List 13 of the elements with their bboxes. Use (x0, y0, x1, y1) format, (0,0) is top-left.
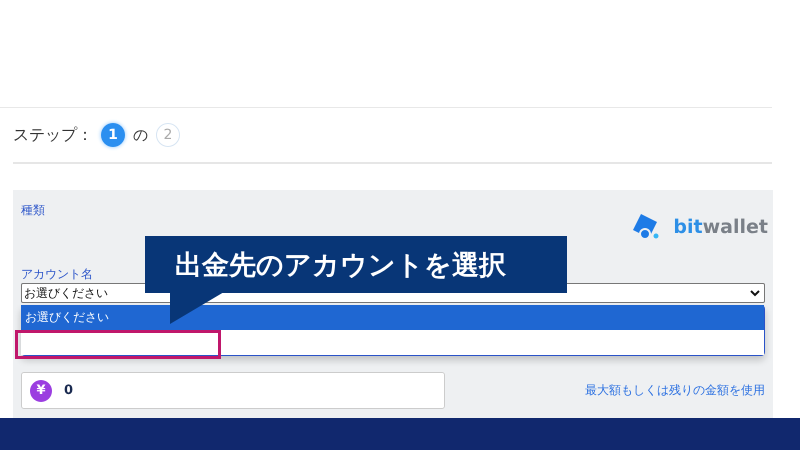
type-label: 種類 (21, 202, 45, 219)
dropdown-option[interactable]: お選びください (21, 305, 764, 330)
chevron-down-icon (750, 289, 760, 297)
brand-logo: bitwallet (673, 216, 768, 238)
step-connector: の (133, 126, 148, 144)
amount-field[interactable]: ¥ 0 (21, 372, 445, 409)
callout-pointer (170, 292, 224, 324)
step-label: ステップ： (13, 124, 93, 146)
step-indicator: 2 (156, 123, 180, 147)
account-label: アカウント名 (21, 266, 93, 283)
max-amount-link[interactable]: 最大額もしくは残りの金額を使用 (585, 382, 765, 399)
yen-icon: ¥ (30, 380, 52, 402)
step-indicator: 1 (101, 123, 125, 147)
